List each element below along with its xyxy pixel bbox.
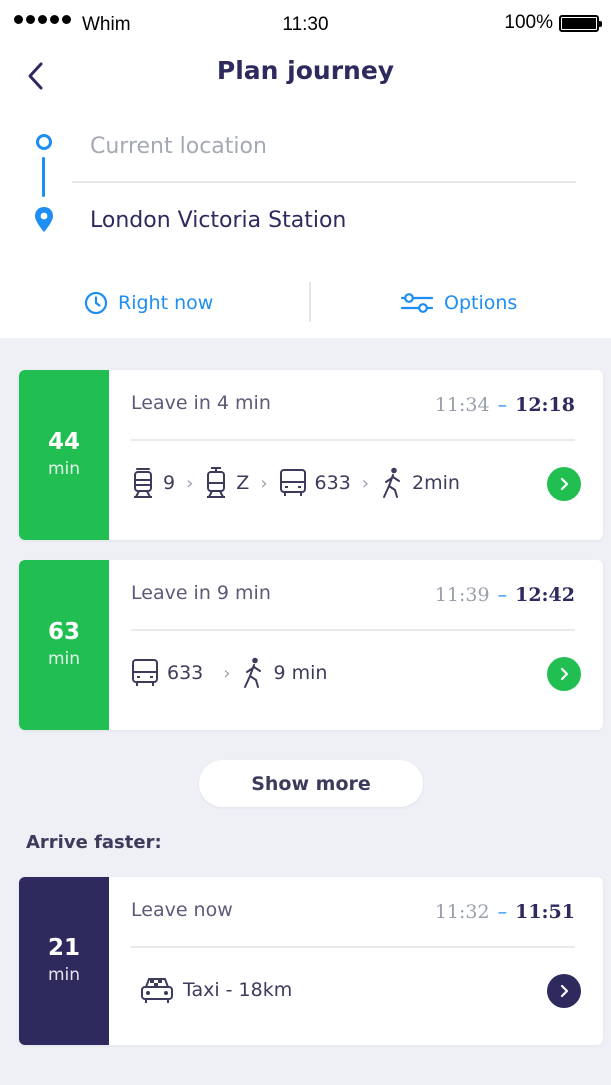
duration-unit: min — [47, 459, 81, 479]
leg-bus: 633 — [279, 468, 351, 498]
leg-bus: 633 — [131, 658, 203, 688]
battery-percentage: 100% — [504, 12, 553, 33]
duration-badge: 44 min — [19, 370, 109, 540]
leg-label: 633 — [167, 662, 204, 684]
duration-unit: min — [47, 649, 81, 669]
leg-separator-icon: › — [186, 472, 194, 494]
origin-input[interactable] — [90, 126, 576, 166]
journey-times: 11:34 – 12:18 — [435, 394, 575, 416]
tram-icon — [207, 467, 226, 498]
duration-value: 21 — [47, 935, 80, 961]
leg-tram: Z — [204, 467, 249, 499]
walk-icon — [244, 657, 262, 688]
open-journey-button[interactable] — [547, 657, 581, 691]
duration-badge: 63 min — [19, 560, 109, 730]
duration-badge: 21 min — [19, 877, 109, 1045]
options-label: Options — [444, 292, 518, 314]
leave-time-text: Leave in 9 min — [131, 582, 271, 604]
time-separator: – — [497, 394, 508, 416]
battery-icon — [559, 15, 602, 32]
time-separator: – — [497, 901, 508, 923]
departure-time-label: Right now — [118, 292, 214, 314]
duration-unit: min — [47, 965, 81, 985]
departure-time-button[interactable]: Right now — [84, 285, 213, 321]
clock-icon — [84, 291, 108, 315]
journey-card[interactable]: 63 min Leave in 9 min 11:39 – 12:42 633 … — [19, 560, 603, 730]
leg-label: 9 — [163, 472, 176, 494]
leg-label: 9 min — [273, 662, 328, 684]
leg-separator-icon: › — [223, 662, 231, 684]
chevron-right-icon — [560, 477, 569, 491]
arrival-time: 12:18 — [515, 394, 575, 416]
taxi-card[interactable]: 21 min Leave now 11:32 – 11:51 Taxi - 18… — [19, 877, 603, 1045]
origin-marker-icon — [36, 134, 52, 150]
open-journey-button[interactable] — [547, 467, 581, 501]
leg-label: Taxi - 18km — [183, 979, 293, 1001]
leg-walk: 2min — [380, 467, 460, 499]
leg-label: 633 — [314, 472, 351, 494]
sliders-icon — [400, 293, 434, 313]
duration-value: 63 — [47, 619, 80, 645]
time-separator: – — [497, 584, 508, 606]
card-divider — [131, 439, 575, 441]
taxi-icon — [141, 978, 173, 1003]
journey-times: 11:32 – 11:51 — [435, 901, 575, 923]
journey-legs: Taxi - 18km — [139, 973, 292, 1007]
arrival-time: 11:51 — [515, 901, 575, 923]
bus-icon — [279, 469, 306, 496]
destination-input[interactable]: London Victoria Station — [90, 201, 576, 241]
journey-card[interactable]: 44 min Leave in 4 min 11:34 – 12:18 9 › — [19, 370, 603, 540]
leave-time-text: Leave now — [131, 899, 233, 921]
input-divider — [72, 181, 576, 183]
arrival-time: 12:42 — [515, 584, 575, 606]
status-bar: Whim 11:30 100% — [0, 0, 611, 48]
location-pin-icon — [35, 207, 53, 232]
leg-taxi: Taxi - 18km — [139, 975, 292, 1005]
departure-time: 11:34 — [434, 394, 490, 416]
bus-icon — [132, 659, 158, 686]
card-divider — [131, 629, 575, 631]
leg-separator-icon: › — [260, 472, 268, 494]
leg-label: 2min — [412, 472, 460, 494]
card-divider — [131, 946, 575, 948]
options-button[interactable]: Options — [400, 285, 517, 321]
departure-time: 11:32 — [434, 901, 490, 923]
journey-legs: 633 › 9 min — [131, 656, 327, 690]
departure-time: 11:39 — [434, 584, 490, 606]
options-divider — [309, 282, 311, 322]
journey-times: 11:39 – 12:42 — [435, 584, 575, 606]
leg-train: 9 — [131, 467, 175, 499]
train-icon — [134, 468, 152, 498]
duration-value: 44 — [47, 429, 80, 455]
leg-walk: 9 min — [241, 657, 327, 689]
route-connector — [42, 157, 45, 197]
leg-separator-icon: › — [361, 472, 369, 494]
walk-icon — [383, 467, 400, 498]
page-title: Plan journey — [216, 56, 395, 85]
open-taxi-button[interactable] — [547, 974, 581, 1008]
show-more-button[interactable]: Show more — [199, 760, 423, 807]
chevron-right-icon — [560, 984, 569, 998]
arrive-faster-heading: Arrive faster: — [26, 832, 162, 853]
chevron-right-icon — [560, 667, 569, 681]
leave-time-text: Leave in 4 min — [131, 392, 271, 414]
journey-legs: 9 › Z › 633 › 2min — [131, 466, 460, 500]
leg-label: Z — [236, 472, 250, 494]
